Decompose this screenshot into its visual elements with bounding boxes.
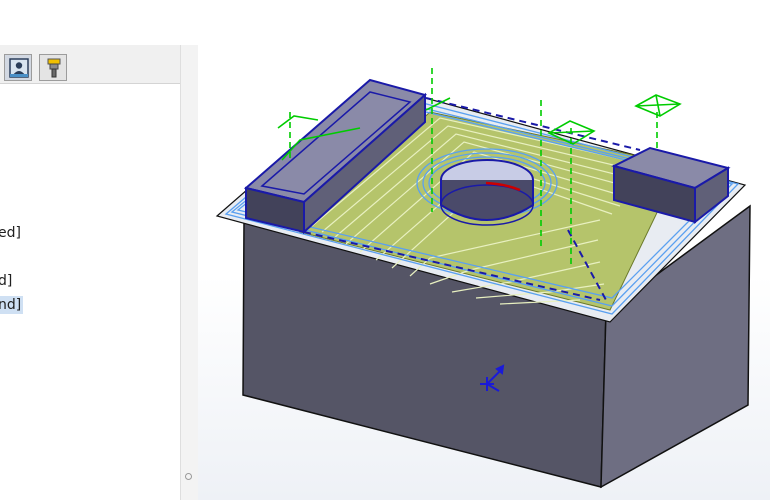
feature-tree: ed] d] nd] (0, 84, 165, 500)
feature-manager-panel: ed] d] nd] (0, 45, 184, 500)
part-model (215, 68, 751, 489)
graphics-viewport[interactable] (198, 0, 770, 500)
panel-tab-bar (0, 45, 183, 84)
panel-scrollbar[interactable] (180, 45, 198, 500)
tree-item[interactable]: d] (0, 272, 12, 290)
scroll-grip-icon[interactable] (185, 473, 192, 480)
person-frame-icon (9, 58, 29, 78)
tool-tab[interactable] (39, 54, 67, 81)
tree-item-selected[interactable]: nd] (0, 296, 24, 314)
tree-item[interactable]: ed] (0, 224, 21, 242)
operation-tab[interactable] (4, 54, 32, 81)
cutting-tool-icon (47, 58, 61, 78)
